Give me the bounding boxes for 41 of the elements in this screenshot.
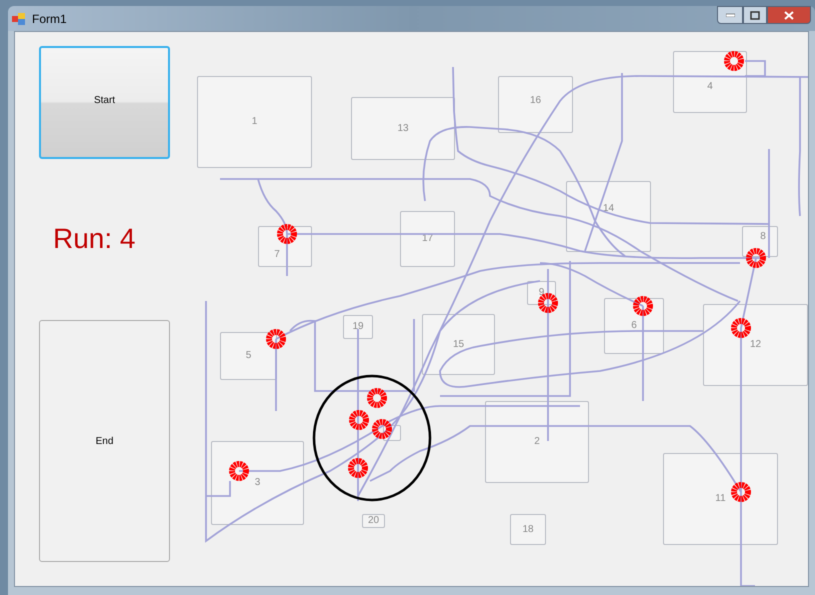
target-marker-icon xyxy=(633,296,653,316)
node-label: 16 xyxy=(530,96,542,106)
target-marker-icon xyxy=(746,248,766,268)
maximize-icon xyxy=(750,10,760,20)
target-marker-icon xyxy=(372,419,392,439)
target-marker-icon xyxy=(349,410,369,430)
target-marker-icon xyxy=(724,51,744,71)
target-marker-icon xyxy=(266,329,286,349)
app-icon xyxy=(12,12,26,24)
target-marker-icon xyxy=(731,482,751,502)
end-button[interactable]: End xyxy=(39,320,170,562)
run-counter: Run: 4 xyxy=(53,222,136,256)
node-label: 8 xyxy=(760,232,766,242)
target-marker-icon xyxy=(277,224,297,244)
node-label: 20 xyxy=(368,516,380,526)
node-label: 14 xyxy=(602,204,614,214)
node-label: 19 xyxy=(352,322,364,332)
minimize-icon xyxy=(726,13,734,17)
node-label: 2 xyxy=(534,437,540,447)
node-label: 18 xyxy=(522,524,534,534)
node-label: 13 xyxy=(397,124,409,134)
target-marker-icon xyxy=(229,461,249,481)
node-label: 9 xyxy=(538,288,544,298)
node-label: 4 xyxy=(707,82,713,92)
node-label: 5 xyxy=(246,351,252,361)
node-label: 11 xyxy=(715,494,726,504)
node-label: 1 xyxy=(252,117,258,127)
close-button[interactable] xyxy=(767,6,811,24)
window-title: Form1 xyxy=(32,10,67,28)
target-marker-icon xyxy=(731,318,751,338)
node-label: 3 xyxy=(254,478,260,488)
minimize-button[interactable] xyxy=(717,6,743,24)
maximize-button[interactable] xyxy=(743,6,767,24)
node-label: 7 xyxy=(274,250,280,260)
node-label: 12 xyxy=(750,340,762,350)
node-label: 15 xyxy=(452,340,464,350)
close-icon xyxy=(784,10,794,20)
start-button[interactable]: Start xyxy=(39,46,170,159)
target-marker-icon xyxy=(367,388,387,408)
node-label: 6 xyxy=(631,321,637,331)
target-marker-icon xyxy=(348,458,368,478)
